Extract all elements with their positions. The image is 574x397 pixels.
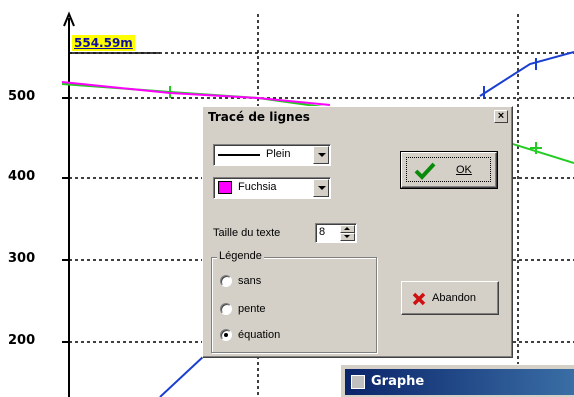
graphe-window[interactable]: Graphe — [340, 364, 574, 397]
y-tick-label: 300 — [8, 251, 36, 266]
graph-window-icon — [351, 375, 365, 389]
blue-series-line — [479, 51, 574, 97]
close-icon: × — [497, 110, 505, 122]
close-button[interactable]: × — [494, 110, 508, 123]
chevron-down-icon[interactable] — [313, 179, 329, 197]
cross-icon — [412, 292, 426, 306]
dialog-titlebar[interactable]: Tracé de lignes × — [205, 109, 509, 127]
text-size-value[interactable]: 8 — [319, 226, 325, 238]
value-readout-label: 554.59m — [72, 35, 135, 51]
line-color-value: Fuchsia — [238, 181, 277, 193]
radio-button[interactable] — [220, 303, 232, 315]
magenta-series-line — [61, 81, 331, 106]
blue-series-line-lower — [159, 354, 206, 397]
y-tick-label: 400 — [8, 169, 36, 184]
legend-groupbox: Légende sans pente équation — [211, 250, 377, 353]
color-swatch — [218, 181, 232, 194]
graphe-window-title: Graphe — [371, 374, 425, 389]
y-tick-label: 500 — [8, 89, 36, 104]
checkmark-icon — [414, 162, 436, 180]
ok-button-label: OK — [456, 164, 472, 176]
radio-label: pente — [238, 303, 266, 315]
text-size-label: Taille du texte — [213, 227, 281, 239]
line-color-select[interactable]: Fuchsia — [213, 177, 331, 199]
line-style-select[interactable]: Plein — [213, 144, 331, 166]
line-style-value: Plein — [266, 148, 291, 160]
trace-de-lignes-dialog: Tracé de lignes × Plein Fuchsia Taille d… — [202, 106, 513, 358]
spin-down-icon[interactable] — [340, 233, 355, 241]
spin-up-icon[interactable] — [340, 225, 355, 233]
dialog-title: Tracé de lignes — [208, 110, 310, 124]
chevron-down-icon[interactable] — [313, 146, 329, 164]
y-tick-label: 200 — [8, 333, 36, 348]
abandon-button[interactable]: Abandon — [401, 281, 499, 315]
text-size-stepper[interactable]: 8 — [315, 223, 357, 243]
ok-button[interactable]: OK — [400, 151, 498, 189]
radio-button[interactable] — [220, 275, 232, 287]
solid-line-icon — [218, 154, 260, 156]
legend-group-label: Légende — [217, 250, 264, 262]
radio-label: équation — [238, 329, 281, 341]
radio-label: sans — [238, 275, 262, 287]
graphe-titlebar[interactable]: Graphe — [345, 369, 574, 395]
radio-button-checked[interactable] — [220, 329, 232, 341]
abandon-button-label: Abandon — [432, 292, 477, 304]
